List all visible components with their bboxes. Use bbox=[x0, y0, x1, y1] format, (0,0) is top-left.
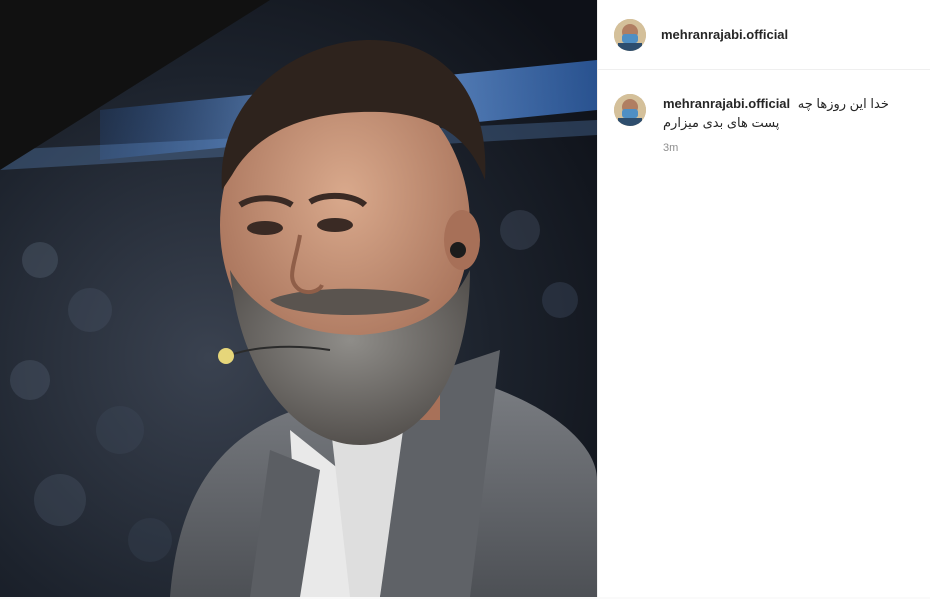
caption-username[interactable]: mehranrajabi.official bbox=[663, 96, 790, 111]
portrait-photo-icon bbox=[0, 0, 597, 597]
caption-text-line: mehranrajabi.official خدا این روزها چه پ… bbox=[663, 94, 913, 132]
post-image[interactable] bbox=[0, 0, 597, 597]
caption-avatar-icon[interactable] bbox=[614, 94, 646, 126]
caption-body: mehranrajabi.official خدا این روزها چه پ… bbox=[663, 94, 913, 154]
caption-timestamp[interactable]: 3m bbox=[663, 142, 913, 154]
caption-comment: mehranrajabi.official خدا این روزها چه پ… bbox=[598, 70, 930, 154]
instagram-post: mehranrajabi.official mehranrajabi.offic… bbox=[0, 0, 930, 599]
profile-avatar-icon[interactable] bbox=[614, 18, 646, 51]
post-header: mehranrajabi.official bbox=[598, 0, 930, 70]
header-username[interactable]: mehranrajabi.official bbox=[661, 27, 788, 42]
post-sidebar: mehranrajabi.official mehranrajabi.offic… bbox=[597, 0, 930, 597]
